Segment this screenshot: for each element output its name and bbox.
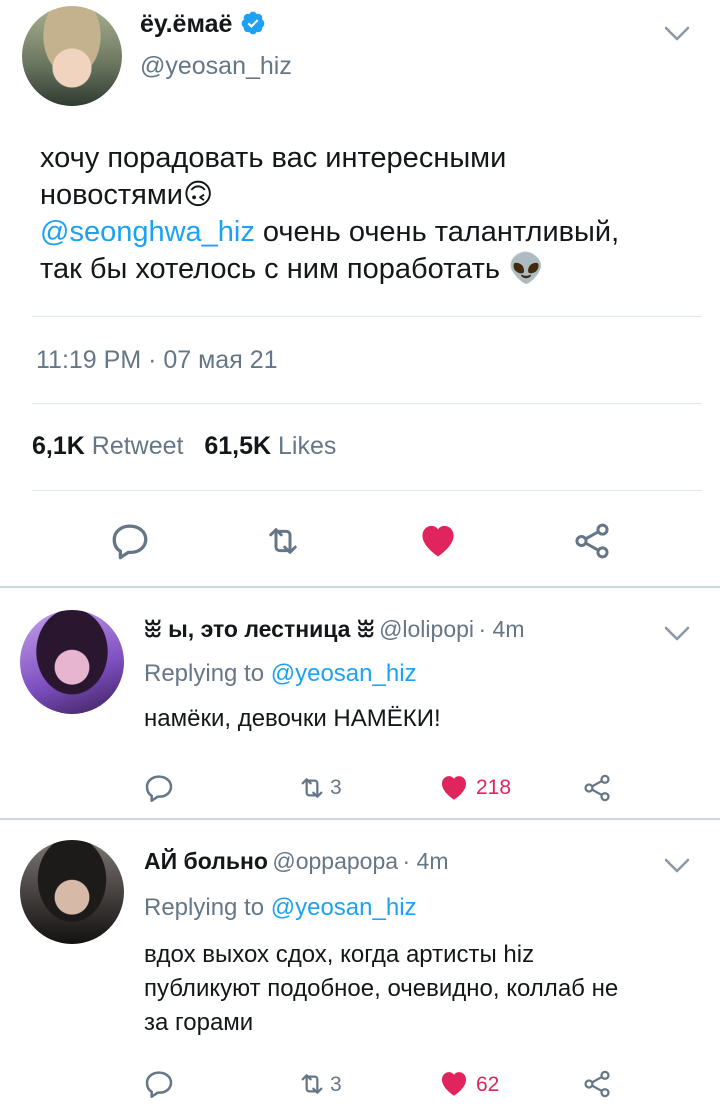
replying-to-handle[interactable]: @yeosan_hiz	[271, 660, 417, 687]
retweet-count: 3	[330, 1073, 342, 1096]
mention-link[interactable]: @seonghwa_hiz	[40, 216, 255, 248]
likes-count: 61,5K	[204, 432, 272, 460]
replying-to-label: Replying to	[144, 894, 271, 921]
retweet-count: 6,1K	[32, 432, 85, 460]
verified-badge-icon	[242, 11, 265, 35]
replying-to-label: Replying to	[144, 660, 271, 687]
retweet-stat[interactable]: 6,1K Retweet	[32, 432, 183, 460]
replying-to-handle[interactable]: @yeosan_hiz	[271, 894, 417, 921]
reply-text: намёки, девочки НАМЁКИ!	[144, 702, 704, 736]
share-icon[interactable]	[570, 520, 614, 562]
section-divider	[0, 818, 720, 820]
heart-icon[interactable]	[414, 518, 462, 562]
reply-icon[interactable]	[142, 772, 176, 804]
replying-to: Replying to @yeosan_hiz	[144, 894, 417, 922]
chevron-down-icon[interactable]	[664, 626, 690, 642]
retweet-icon[interactable]	[258, 520, 308, 562]
author-name-row[interactable]: ёу.ёмаё	[140, 10, 266, 39]
reply-icon[interactable]	[142, 1068, 176, 1100]
tweet-text: хочу порадовать вас интересными новостям…	[40, 140, 700, 288]
share-icon[interactable]	[580, 1068, 614, 1100]
reply-avatar[interactable]	[20, 610, 124, 714]
retweet-icon[interactable]	[294, 772, 330, 804]
reply-header: ꖿ ы, это лестница ꖿ @lolipopi · 4m	[144, 616, 524, 643]
retweet-count: 3	[330, 776, 342, 799]
reply-avatar[interactable]	[20, 840, 124, 944]
divider	[32, 316, 702, 317]
retweet-label: Retweet	[91, 432, 184, 460]
tweet-text-line: новостями	[40, 179, 183, 211]
reply-display-name[interactable]: АЙ больно	[144, 848, 268, 874]
reply-handle[interactable]: @oppapopa	[272, 848, 398, 874]
author-handle[interactable]: @yeosan_hiz	[140, 52, 292, 81]
reply-text-line: вдох выхох сдох, когда артисты hiz	[144, 941, 535, 968]
author-avatar[interactable]	[22, 6, 122, 106]
reply-header: АЙ больно @oppapopa · 4m	[144, 848, 449, 875]
share-icon[interactable]	[580, 772, 614, 804]
divider	[32, 490, 702, 491]
retweet-icon[interactable]	[294, 1068, 330, 1100]
reply-text-line: намёки, девочки НАМЁКИ!	[144, 705, 441, 732]
reply-text: вдох выхох сдох, когда артисты hiz публи…	[144, 938, 710, 1040]
reply-time: · 4m	[402, 848, 449, 874]
section-divider	[0, 586, 720, 588]
heart-icon[interactable]	[436, 770, 472, 804]
tweet-text-line: очень очень талантливый,	[254, 216, 620, 248]
reply-text-line: публикуют подобное, очевидно, коллаб не	[144, 975, 619, 1002]
like-count: 62	[476, 1073, 500, 1096]
like-count: 218	[476, 776, 512, 799]
upside-down-face-emoji: 🙃	[182, 179, 214, 211]
tweet-timestamp[interactable]: 11:19 PM · 07 мая 21	[36, 346, 278, 375]
replying-to: Replying to @yeosan_hiz	[144, 660, 417, 688]
tweet-stats: 6,1K Retweet 61,5K Likes	[32, 432, 336, 461]
likes-label: Likes	[278, 432, 337, 460]
chevron-down-icon[interactable]	[664, 858, 690, 874]
reply-handle[interactable]: @lolipopi	[379, 616, 474, 642]
tweet-text-line: так бы хотелось с ним поработать	[40, 253, 509, 285]
reply-display-name[interactable]: ꖿ ы, это лестница ꖿ	[144, 616, 375, 642]
alien-emoji: 👽	[508, 253, 545, 285]
heart-icon[interactable]	[436, 1066, 472, 1100]
reply-icon[interactable]	[108, 520, 152, 562]
reply-time: · 4m	[478, 616, 525, 642]
author-display-name[interactable]: ёу.ёмаё	[140, 10, 232, 38]
likes-stat[interactable]: 61,5K Likes	[204, 432, 336, 460]
divider	[32, 403, 702, 404]
chevron-down-icon[interactable]	[664, 26, 690, 42]
tweet-text-line: хочу порадовать вас интересными	[40, 142, 507, 174]
reply-text-line: за горами	[144, 1009, 254, 1036]
